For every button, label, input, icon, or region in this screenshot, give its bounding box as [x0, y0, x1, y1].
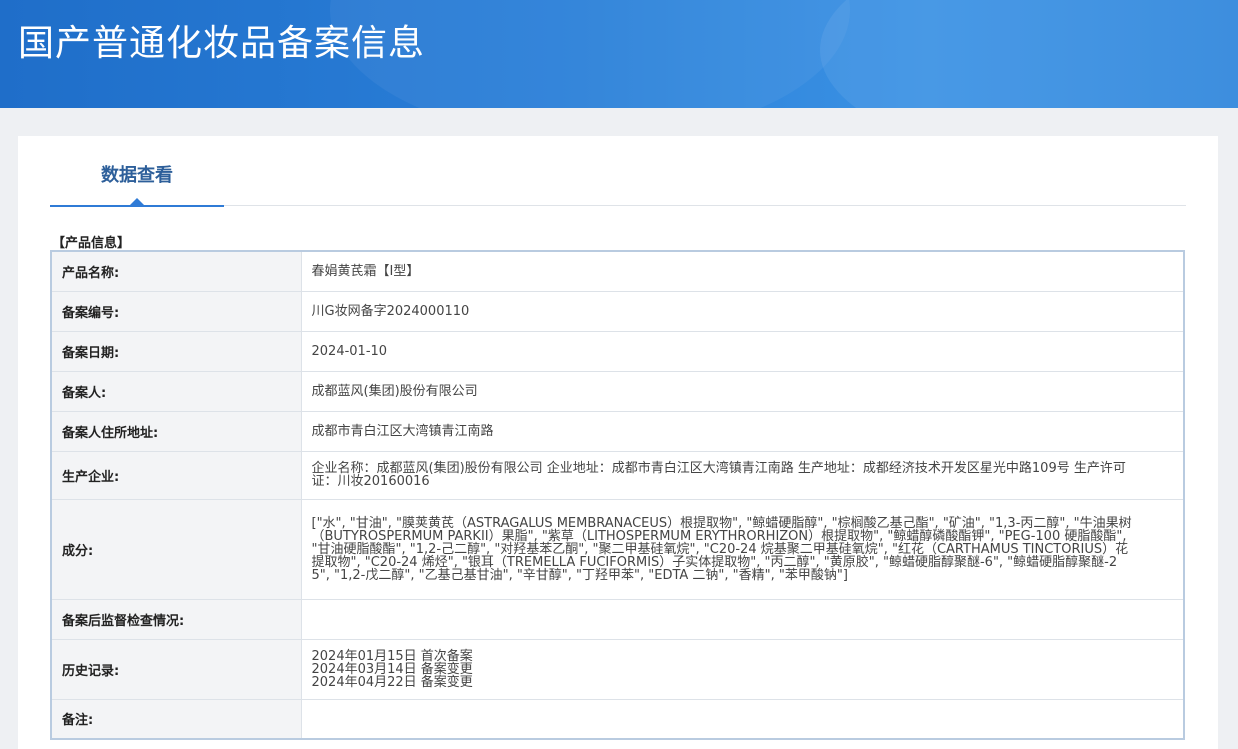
page-title: 国产普通化妆品备案信息 [18, 23, 426, 64]
history-entry: 2024年04月22日 备案变更 [311, 674, 473, 690]
tab-active-indicator [50, 205, 224, 207]
history-entry: 2024年03月14日 备案变更 [311, 661, 473, 677]
history-entry: 2024年01月15日 首次备案 [311, 648, 473, 664]
row-value: 成都市青白江区大湾镇青江南路 [300, 410, 1185, 452]
row-value: ["水", "甘油", "膜荚黄芪（ASTRAGALUS MEMBRANACEU… [300, 498, 1185, 600]
tab-data-view[interactable]: 数据查看 [50, 136, 224, 207]
row-label: 备案日期: [50, 330, 302, 372]
table-row: 备案人住所地址: 成都市青白江区大湾镇青江南路 [50, 410, 1185, 452]
table-row: 历史记录: 2024年01月15日 首次备案 2024年03月14日 备案变更 … [50, 638, 1185, 700]
table-row: 备案编号: 川G妆网备字2024000110 [50, 290, 1185, 332]
row-label: 产品名称: [50, 250, 302, 292]
table-row: 成分: ["水", "甘油", "膜荚黄芪（ASTRAGALUS MEMBRAN… [50, 498, 1185, 600]
row-value: 春娟黄芪霜【Ⅰ型】 [300, 250, 1185, 292]
row-label: 备案人: [50, 370, 302, 412]
table-row: 备注: [50, 698, 1185, 740]
row-value: 2024-01-10 [300, 330, 1185, 372]
content-card: 数据查看 【产品信息】 产品名称: 春娟黄芪霜【Ⅰ型】 备案编号: 川G妆网备字… [18, 136, 1218, 749]
row-value [300, 698, 1185, 740]
row-value: 成都蓝风(集团)股份有限公司 [300, 370, 1185, 412]
row-value [300, 598, 1185, 640]
row-label: 生产企业: [50, 450, 302, 500]
header-banner: 国产普通化妆品备案信息 [0, 0, 1238, 108]
section-title: 【产品信息】 [52, 236, 131, 251]
history-list: 2024年01月15日 首次备案 2024年03月14日 备案变更 2024年0… [300, 638, 1185, 700]
table-row: 生产企业: 企业名称：成都蓝风(集团)股份有限公司 企业地址：成都市青白江区大湾… [50, 450, 1185, 500]
row-value: 企业名称：成都蓝风(集团)股份有限公司 企业地址：成都市青白江区大湾镇青江南路 … [300, 450, 1185, 500]
table-row: 备案日期: 2024-01-10 [50, 330, 1185, 372]
row-label: 备注: [50, 698, 302, 740]
tab-label: 数据查看 [101, 165, 173, 186]
row-label: 成分: [50, 498, 302, 600]
product-info-table: 产品名称: 春娟黄芪霜【Ⅰ型】 备案编号: 川G妆网备字2024000110 备… [50, 250, 1185, 740]
tab-bar: 数据查看 [50, 136, 1186, 207]
row-value: 川G妆网备字2024000110 [300, 290, 1185, 332]
table-row: 备案人: 成都蓝风(集团)股份有限公司 [50, 370, 1185, 412]
row-label: 备案后监督检查情况: [50, 598, 302, 640]
row-label: 备案人住所地址: [50, 410, 302, 452]
caret-up-icon [130, 198, 144, 205]
row-label: 历史记录: [50, 638, 302, 700]
table-row: 产品名称: 春娟黄芪霜【Ⅰ型】 [50, 250, 1185, 292]
row-label: 备案编号: [50, 290, 302, 332]
table-row: 备案后监督检查情况: [50, 598, 1185, 640]
